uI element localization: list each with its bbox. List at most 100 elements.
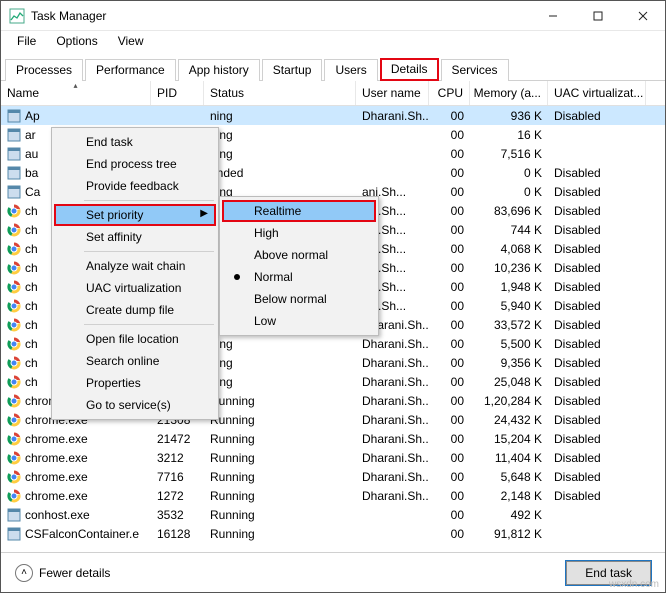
ctx-separator bbox=[84, 200, 214, 201]
tab-performance[interactable]: Performance bbox=[85, 59, 176, 81]
priority-high[interactable]: High bbox=[222, 222, 376, 244]
process-memory: 91,812 K bbox=[470, 524, 548, 543]
table-row[interactable]: chrome.exe3212RunningDharani.Sh...0011,4… bbox=[1, 448, 665, 467]
process-memory: 33,572 K bbox=[470, 315, 548, 334]
process-cpu: 00 bbox=[429, 315, 470, 334]
process-uac: Disabled bbox=[548, 182, 646, 201]
process-name: ba bbox=[25, 166, 38, 180]
ctx-set-affinity[interactable]: Set affinity bbox=[54, 226, 216, 248]
process-icon bbox=[7, 109, 21, 123]
minimize-button[interactable] bbox=[530, 1, 575, 31]
ctx-end-task[interactable]: End task bbox=[54, 131, 216, 153]
process-name: chrome.exe bbox=[25, 470, 88, 484]
process-uac: Disabled bbox=[548, 315, 646, 334]
process-pid bbox=[151, 106, 204, 125]
process-uac: Disabled bbox=[548, 372, 646, 391]
priority-normal-label: Normal bbox=[254, 270, 293, 284]
col-uac[interactable]: UAC virtualizat... bbox=[548, 81, 646, 105]
tab-app-history[interactable]: App history bbox=[178, 59, 260, 81]
ctx-properties[interactable]: Properties bbox=[54, 372, 216, 394]
process-status: ning bbox=[204, 106, 356, 125]
priority-realtime[interactable]: Realtime bbox=[222, 200, 376, 222]
table-row[interactable]: chrome.exe1272RunningDharani.Sh...002,14… bbox=[1, 486, 665, 505]
process-cpu: 00 bbox=[429, 296, 470, 315]
ctx-provide-feedback[interactable]: Provide feedback bbox=[54, 175, 216, 197]
process-status: ning bbox=[204, 353, 356, 372]
tab-users[interactable]: Users bbox=[324, 59, 377, 81]
process-uac: Disabled bbox=[548, 448, 646, 467]
process-cpu: 00 bbox=[429, 429, 470, 448]
table-row[interactable]: conhost.exe3532Running00492 K bbox=[1, 505, 665, 524]
process-icon bbox=[7, 375, 21, 389]
process-icon bbox=[7, 432, 21, 446]
process-uac bbox=[548, 125, 646, 144]
priority-normal[interactable]: Normal bbox=[222, 266, 376, 288]
ctx-open-file-location[interactable]: Open file location bbox=[54, 328, 216, 350]
maximize-button[interactable] bbox=[575, 1, 620, 31]
ctx-set-priority[interactable]: Set priority ▶ bbox=[54, 204, 216, 226]
tab-details[interactable]: Details bbox=[380, 58, 439, 81]
process-uac: Disabled bbox=[548, 258, 646, 277]
menu-view[interactable]: View bbox=[110, 32, 152, 50]
process-icon bbox=[7, 299, 21, 313]
process-memory: 24,432 K bbox=[470, 410, 548, 429]
process-icon bbox=[7, 489, 21, 503]
process-icon bbox=[7, 318, 21, 332]
process-cpu: 00 bbox=[429, 524, 470, 543]
tab-startup[interactable]: Startup bbox=[262, 59, 323, 81]
process-user: Dharani.Sh... bbox=[356, 353, 429, 372]
process-user bbox=[356, 125, 429, 144]
table-row[interactable]: chrome.exe21472RunningDharani.Sh...0015,… bbox=[1, 429, 665, 448]
process-user: Dharani.Sh... bbox=[356, 448, 429, 467]
tab-processes[interactable]: Processes bbox=[5, 59, 83, 81]
fewer-details-button[interactable]: ˄ Fewer details bbox=[15, 564, 110, 582]
process-name: conhost.exe bbox=[25, 508, 90, 522]
process-icon bbox=[7, 280, 21, 294]
ctx-end-process-tree[interactable]: End process tree bbox=[54, 153, 216, 175]
process-uac bbox=[548, 144, 646, 163]
col-cpu[interactable]: CPU bbox=[429, 81, 470, 105]
priority-above-normal[interactable]: Above normal bbox=[222, 244, 376, 266]
process-uac: Disabled bbox=[548, 353, 646, 372]
ctx-go-to-services[interactable]: Go to service(s) bbox=[54, 394, 216, 416]
col-user[interactable]: User name bbox=[356, 81, 429, 105]
process-pid: 21472 bbox=[151, 429, 204, 448]
ctx-uac-virtualization[interactable]: UAC virtualization bbox=[54, 277, 216, 299]
menu-file[interactable]: File bbox=[9, 32, 44, 50]
process-user: Dharani.Sh... bbox=[356, 391, 429, 410]
process-icon bbox=[7, 128, 21, 142]
process-pid: 3532 bbox=[151, 505, 204, 524]
process-cpu: 00 bbox=[429, 334, 470, 353]
process-user: Dharani.Sh... bbox=[356, 429, 429, 448]
menu-options[interactable]: Options bbox=[48, 32, 105, 50]
table-row[interactable]: ApningDharani.Sh...00936 KDisabled bbox=[1, 106, 665, 125]
tab-services[interactable]: Services bbox=[441, 59, 509, 81]
process-uac: Disabled bbox=[548, 410, 646, 429]
table-row[interactable]: CSFalconContainer.e16128Running0091,812 … bbox=[1, 524, 665, 543]
process-name: ch bbox=[25, 223, 38, 237]
col-status[interactable]: Status bbox=[204, 81, 356, 105]
process-uac: Disabled bbox=[548, 106, 646, 125]
col-name[interactable]: Name ▴ bbox=[1, 81, 151, 105]
table-row[interactable]: chrome.exe7716RunningDharani.Sh...005,64… bbox=[1, 467, 665, 486]
ctx-create-dump-file[interactable]: Create dump file bbox=[54, 299, 216, 321]
ctx-search-online[interactable]: Search online bbox=[54, 350, 216, 372]
process-status: ended bbox=[204, 163, 356, 182]
process-name: ch bbox=[25, 299, 38, 313]
priority-low[interactable]: Low bbox=[222, 310, 376, 332]
priority-below-normal[interactable]: Below normal bbox=[222, 288, 376, 310]
process-user: Dharani.Sh... bbox=[356, 372, 429, 391]
ctx-analyze-wait-chain[interactable]: Analyze wait chain bbox=[54, 255, 216, 277]
process-status: Running bbox=[204, 391, 356, 410]
process-cpu: 00 bbox=[429, 220, 470, 239]
col-pid[interactable]: PID bbox=[151, 81, 204, 105]
task-manager-icon bbox=[9, 8, 25, 24]
process-name: ch bbox=[25, 337, 38, 351]
process-icon bbox=[7, 394, 21, 408]
process-name: chrome.exe bbox=[25, 432, 88, 446]
process-name: Ca bbox=[25, 185, 40, 199]
current-priority-indicator-icon bbox=[234, 274, 240, 280]
process-cpu: 00 bbox=[429, 448, 470, 467]
close-button[interactable] bbox=[620, 1, 665, 31]
col-memory[interactable]: Memory (a... bbox=[470, 81, 548, 105]
